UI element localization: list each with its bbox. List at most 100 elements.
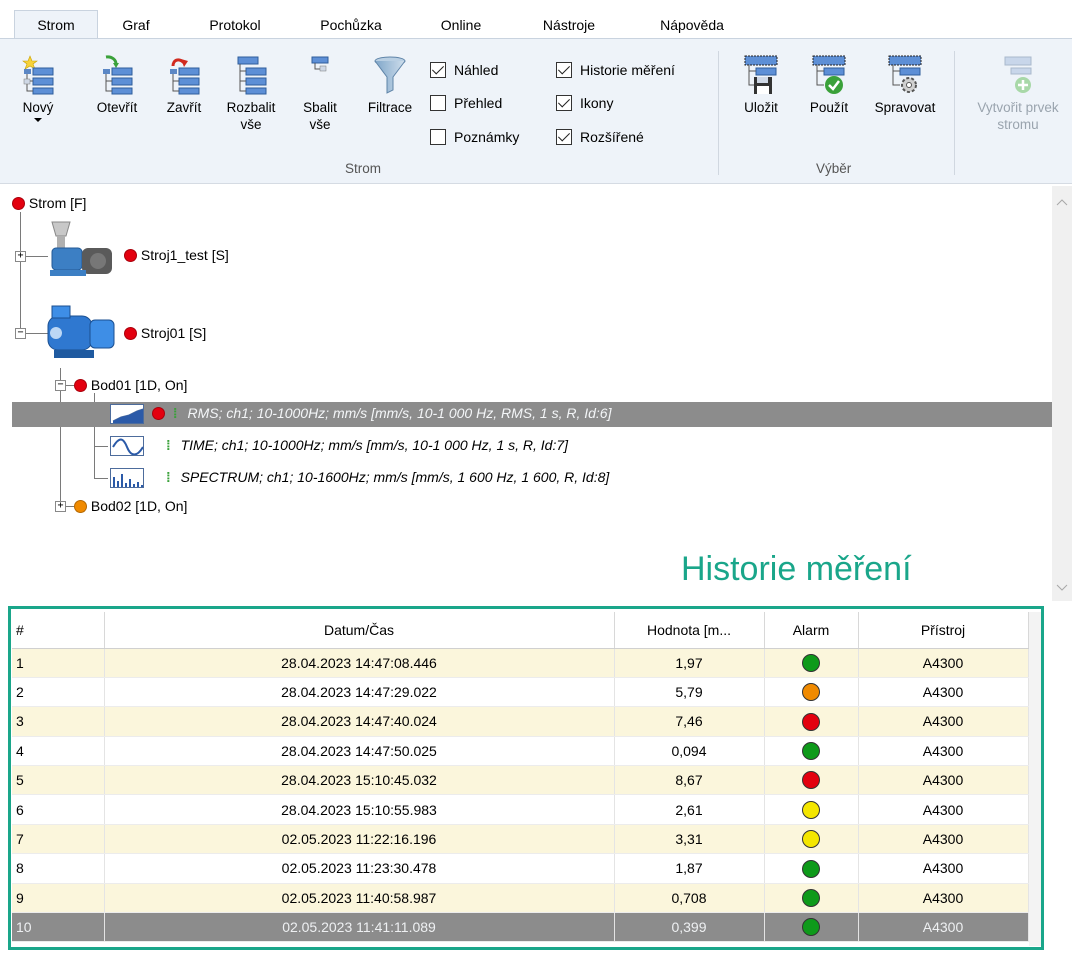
open-tree-button[interactable]: Otevřít — [88, 55, 146, 116]
cell-device: A4300 — [858, 736, 1029, 767]
checkbox-ikony[interactable]: Ikony — [556, 93, 613, 113]
status-dot-icon — [74, 379, 87, 392]
status-dot-icon — [74, 500, 87, 513]
tree-line — [20, 212, 21, 332]
machine-pump-icon — [50, 221, 112, 276]
alarm-status-icon — [802, 771, 820, 790]
checkbox-box[interactable] — [556, 95, 572, 111]
collapse-all-button[interactable]: Sbalit vše — [296, 55, 344, 133]
table-row[interactable]: 9 02.05.2023 11:40:58.987 0,708 A4300 — [12, 883, 1029, 914]
expand-all-label: Rozbalit vše — [226, 100, 276, 132]
col-header-device[interactable]: Přístroj — [858, 612, 1029, 649]
checkbox-prehled[interactable]: Přehled — [430, 93, 502, 113]
col-header-number[interactable]: # — [12, 612, 105, 649]
tab-strom[interactable]: Strom — [14, 10, 98, 39]
checkbox-box[interactable] — [430, 95, 446, 111]
tree-node-bod02[interactable]: Bod02 [1D, On] — [74, 498, 187, 514]
cell-alarm — [764, 883, 859, 914]
save-selection-button[interactable]: Uložit — [734, 55, 788, 116]
ribbon-separator — [718, 51, 719, 175]
tree-node-time[interactable]: ⁞ TIME; ch1; 10-1000Hz; mm/s [mm/s, 10-1… — [166, 437, 568, 453]
checkbox-label: Přehled — [454, 95, 503, 111]
funnel-icon — [374, 56, 406, 94]
cell-value: 7,46 — [614, 706, 765, 737]
cell-device: A4300 — [858, 853, 1029, 884]
apply-selection-button[interactable]: Použít — [800, 55, 858, 116]
tab-online[interactable]: Online — [426, 12, 496, 38]
checkbox-box[interactable] — [556, 62, 572, 78]
close-tree-button[interactable]: Zavřít — [156, 55, 212, 116]
checkbox-box[interactable] — [430, 129, 446, 145]
table-row[interactable]: 8 02.05.2023 11:23:30.478 1,87 A4300 — [12, 853, 1029, 884]
alarm-status-icon — [802, 918, 820, 937]
checkbox-historie[interactable]: Historie měření — [556, 60, 675, 80]
expand-icon[interactable]: + — [15, 251, 26, 262]
status-dot-icon — [152, 407, 165, 420]
checkbox-nahled[interactable]: Náhled — [430, 60, 498, 80]
expand-all-button[interactable]: Rozbalit vše — [218, 55, 284, 133]
collapse-all-icon — [311, 56, 329, 72]
checkbox-label: Historie měření — [580, 62, 675, 78]
new-tree-button[interactable]: Nový — [20, 55, 56, 122]
alarm-status-icon — [802, 859, 820, 878]
scroll-down-icon[interactable] — [1052, 578, 1072, 598]
tree-node-root[interactable]: Strom [F] — [12, 195, 86, 211]
filter-button[interactable]: Filtrace — [358, 55, 422, 116]
checkbox-box[interactable] — [556, 129, 572, 145]
cell-device: A4300 — [858, 794, 1029, 825]
scroll-up-icon[interactable] — [1052, 192, 1072, 212]
status-dot-icon — [124, 327, 137, 340]
tree-node-spectrum[interactable]: ⁞ SPECTRUM; ch1; 10-1600Hz; mm/s [mm/s, … — [166, 469, 609, 485]
create-tree-item-button[interactable]: Vytvořit prvek stromu — [966, 55, 1070, 133]
alarm-status-icon — [802, 888, 820, 907]
tree-node-label: Bod02 [1D, On] — [90, 498, 188, 514]
table-row[interactable]: 2 28.04.2023 14:47:29.022 5,79 A4300 — [12, 677, 1029, 708]
checkbox-rozsirene[interactable]: Rozšířené — [556, 127, 644, 147]
tree-line — [94, 478, 108, 479]
cell-datetime: 28.04.2023 15:10:45.032 — [104, 765, 615, 796]
table-row[interactable]: 7 02.05.2023 11:22:16.196 3,31 A4300 — [12, 824, 1029, 855]
table-row[interactable]: 4 28.04.2023 14:47:50.025 0,094 A4300 — [12, 736, 1029, 767]
col-header-value[interactable]: Hodnota [m... — [614, 612, 765, 649]
col-header-datetime[interactable]: Datum/Čas — [104, 612, 615, 649]
tab-nastroje[interactable]: Nástroje — [526, 12, 612, 38]
tree-node-rms[interactable]: ⁞ RMS; ch1; 10-1000Hz; mm/s [mm/s, 10-1 … — [152, 405, 611, 421]
table-row[interactable]: 3 28.04.2023 14:47:40.024 7,46 A4300 — [12, 706, 1029, 737]
tree-node-label: SPECTRUM; ch1; 10-1600Hz; mm/s [mm/s, 1 … — [180, 469, 610, 485]
cell-alarm — [764, 736, 859, 767]
tab-pochuzka[interactable]: Pochůzka — [306, 12, 396, 38]
collapse-icon[interactable]: − — [55, 380, 66, 391]
manage-selection-button[interactable]: Spravovat — [866, 55, 944, 116]
cell-number: 10 — [12, 912, 105, 943]
tab-napoveda[interactable]: Nápověda — [644, 12, 740, 38]
table-row[interactable]: 5 28.04.2023 15:10:45.032 8,67 A4300 — [12, 765, 1029, 796]
footsteps-icon: ⁞ — [166, 437, 171, 453]
table-row[interactable]: 6 28.04.2023 15:10:55.983 2,61 A4300 — [12, 794, 1029, 825]
table-row[interactable]: 1 28.04.2023 14:47:08.446 1,97 A4300 — [12, 648, 1029, 678]
col-header-alarm[interactable]: Alarm — [764, 612, 859, 649]
checkbox-box[interactable] — [430, 62, 446, 78]
cell-datetime: 28.04.2023 14:47:40.024 — [104, 706, 615, 737]
table-row[interactable]: 10 02.05.2023 11:41:11.089 0,399 A4300 — [12, 912, 1029, 943]
tree-node-bod01[interactable]: Bod01 [1D, On] — [74, 377, 187, 393]
close-tree-label: Zavřít — [166, 100, 202, 115]
expand-all-icon — [237, 56, 267, 95]
collapse-icon[interactable]: − — [15, 328, 26, 339]
cell-value: 2,61 — [614, 794, 765, 825]
new-tree-icon — [22, 55, 54, 95]
expand-icon[interactable]: + — [55, 501, 66, 512]
cell-number: 4 — [12, 736, 105, 767]
close-tree-icon — [170, 58, 200, 95]
tab-graf[interactable]: Graf — [112, 12, 160, 38]
cell-device: A4300 — [858, 912, 1029, 943]
tree-node-stroj1[interactable]: Stroj1_test [S] — [124, 247, 229, 263]
cell-value: 8,67 — [614, 765, 765, 796]
tree-node-stroj01[interactable]: Stroj01 [S] — [124, 325, 206, 341]
tab-protokol[interactable]: Protokol — [194, 12, 276, 38]
cell-device: A4300 — [858, 677, 1029, 708]
checkbox-poznamky[interactable]: Poznámky — [430, 127, 519, 147]
open-tree-icon — [103, 55, 133, 95]
alarm-status-icon — [802, 742, 820, 761]
ribbon-panel: Nový Otevřít Zavřít Rozbalit vše Sbalit … — [0, 38, 1072, 184]
tree-scrollbar[interactable] — [1052, 186, 1072, 601]
